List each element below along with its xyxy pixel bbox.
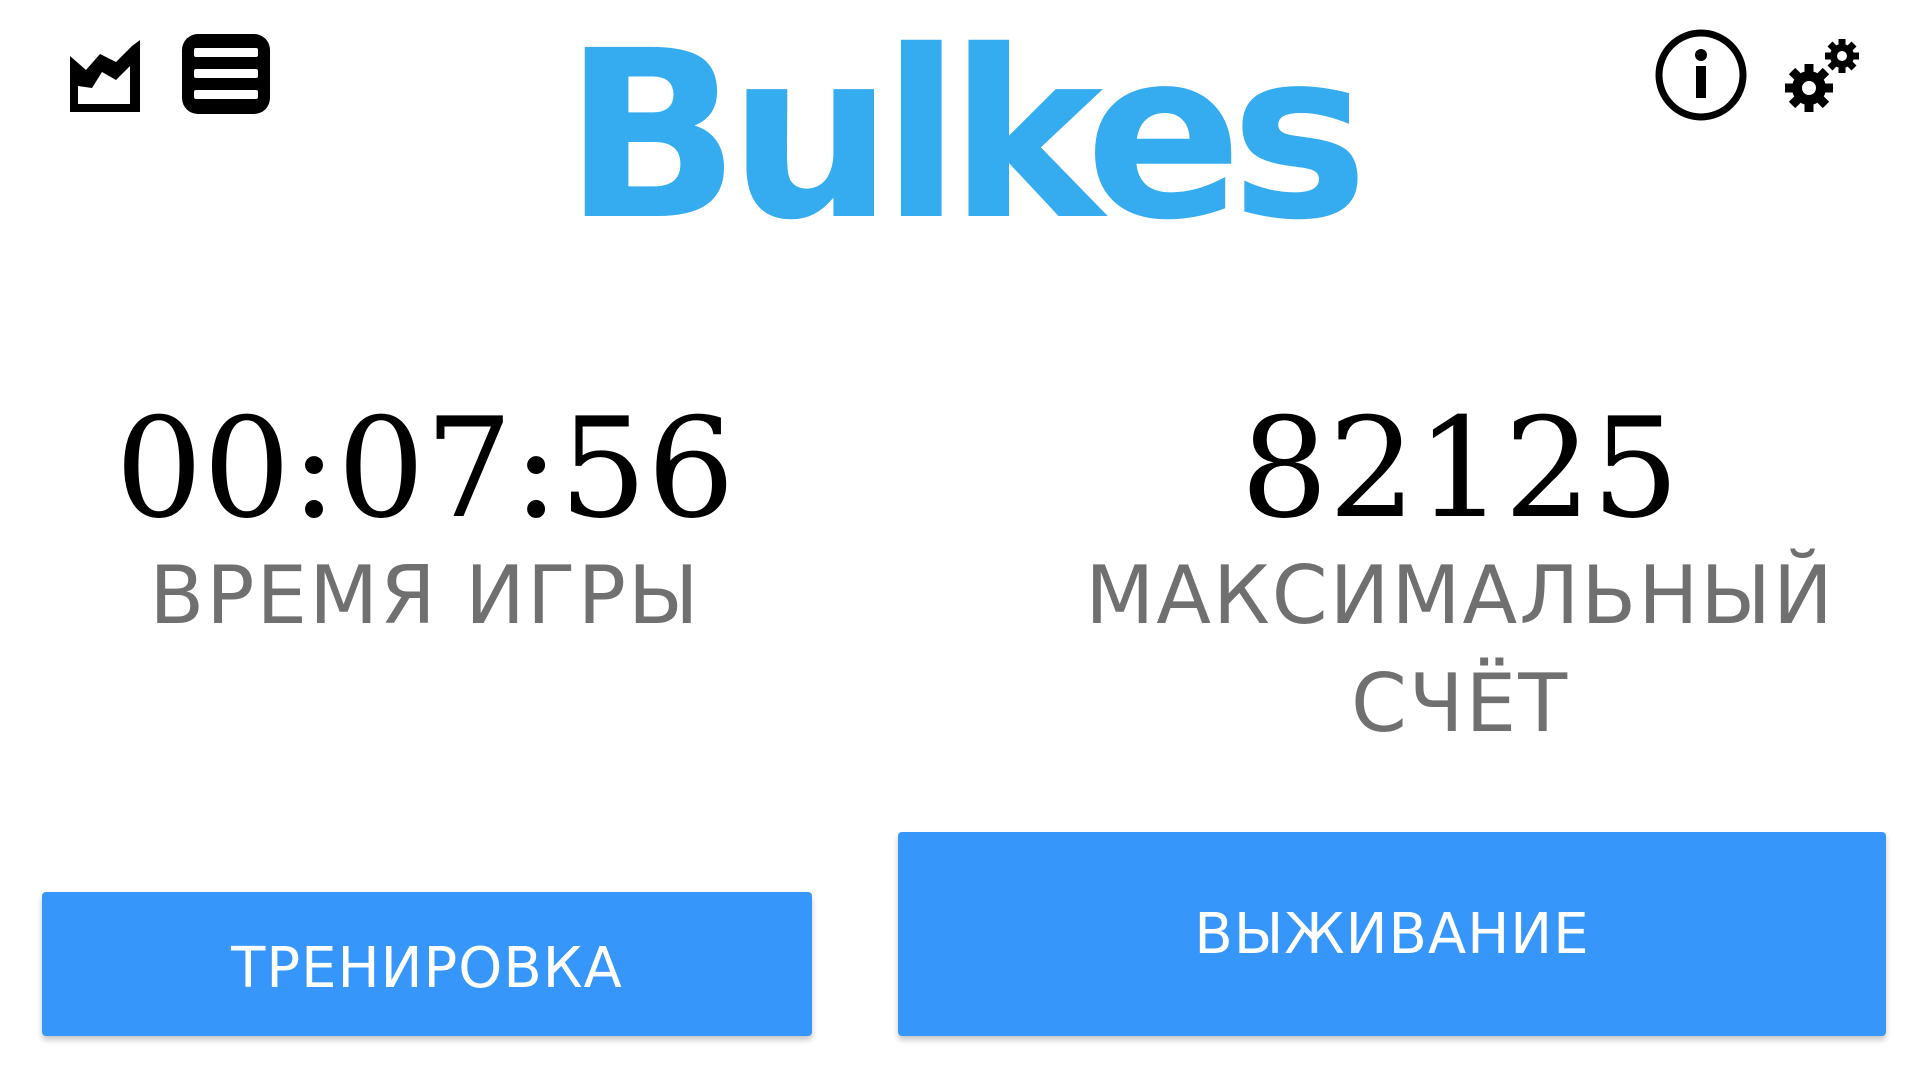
game-logo: Bulkes <box>563 1 1368 271</box>
high-score-label-line2: СЧЁТ <box>1350 657 1570 750</box>
training-button-label: ТРЕНИРОВКА <box>231 935 623 1001</box>
play-time-value: 00:07:56 <box>115 388 735 549</box>
survival-button[interactable]: ВЫЖИВАНИЕ <box>898 832 1886 1036</box>
high-score-label-line1: МАКСИМАЛЬНЫЙ <box>1085 549 1835 642</box>
play-time-stat: 00:07:56 ВРЕМЯ ИГРЫ <box>110 400 740 650</box>
high-score-stat: 82125 МАКСИМАЛЬНЫЙ СЧЁТ <box>1040 400 1880 758</box>
training-button[interactable]: ТРЕНИРОВКА <box>42 892 812 1036</box>
play-time-label: ВРЕМЯ ИГРЫ <box>149 549 701 642</box>
survival-button-label: ВЫЖИВАНИЕ <box>1194 901 1590 967</box>
high-score-value: 82125 <box>1240 388 1680 549</box>
